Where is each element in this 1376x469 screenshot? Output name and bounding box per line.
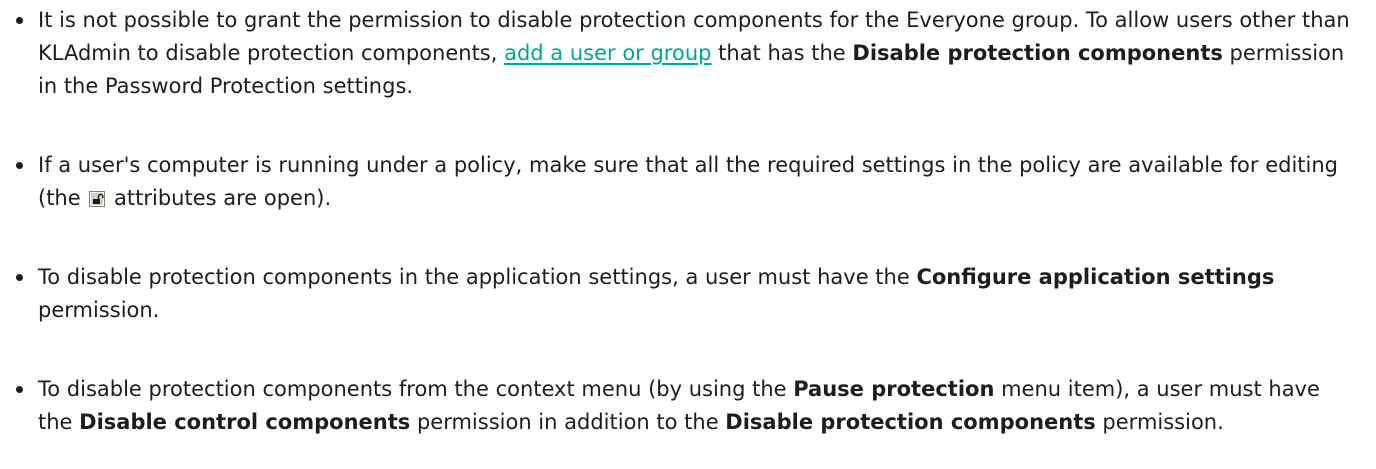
bullet-marker bbox=[16, 274, 23, 281]
permission-name: Disable control components bbox=[79, 410, 411, 434]
item-text: permission. bbox=[1095, 410, 1224, 434]
item-text: To disable protection components from th… bbox=[38, 377, 794, 401]
item-text: attributes are open). bbox=[107, 186, 332, 210]
menu-item-name: Pause protection bbox=[793, 377, 995, 401]
item-text: To disable protection components in the … bbox=[38, 265, 917, 289]
item-text: permission in addition to the bbox=[410, 410, 726, 434]
list-item: If a user's computer is running under a … bbox=[14, 149, 1356, 215]
permission-notes-list: It is not possible to grant the permissi… bbox=[0, 0, 1376, 439]
item-text: permission. bbox=[38, 298, 160, 322]
bullet-marker bbox=[16, 386, 23, 393]
permission-name: Configure application settings bbox=[916, 265, 1275, 289]
item-text: that has the bbox=[711, 41, 853, 65]
permission-name: Disable protection components bbox=[852, 41, 1223, 65]
list-item: To disable protection components from th… bbox=[14, 373, 1356, 439]
bullet-marker bbox=[16, 162, 23, 169]
list-item: To disable protection components in the … bbox=[14, 261, 1356, 327]
open-lock-icon bbox=[89, 184, 106, 207]
permission-name: Disable protection components bbox=[725, 410, 1096, 434]
add-user-or-group-link[interactable]: add a user or group bbox=[504, 41, 711, 65]
list-item: It is not possible to grant the permissi… bbox=[14, 4, 1356, 103]
bullet-marker bbox=[16, 17, 23, 24]
